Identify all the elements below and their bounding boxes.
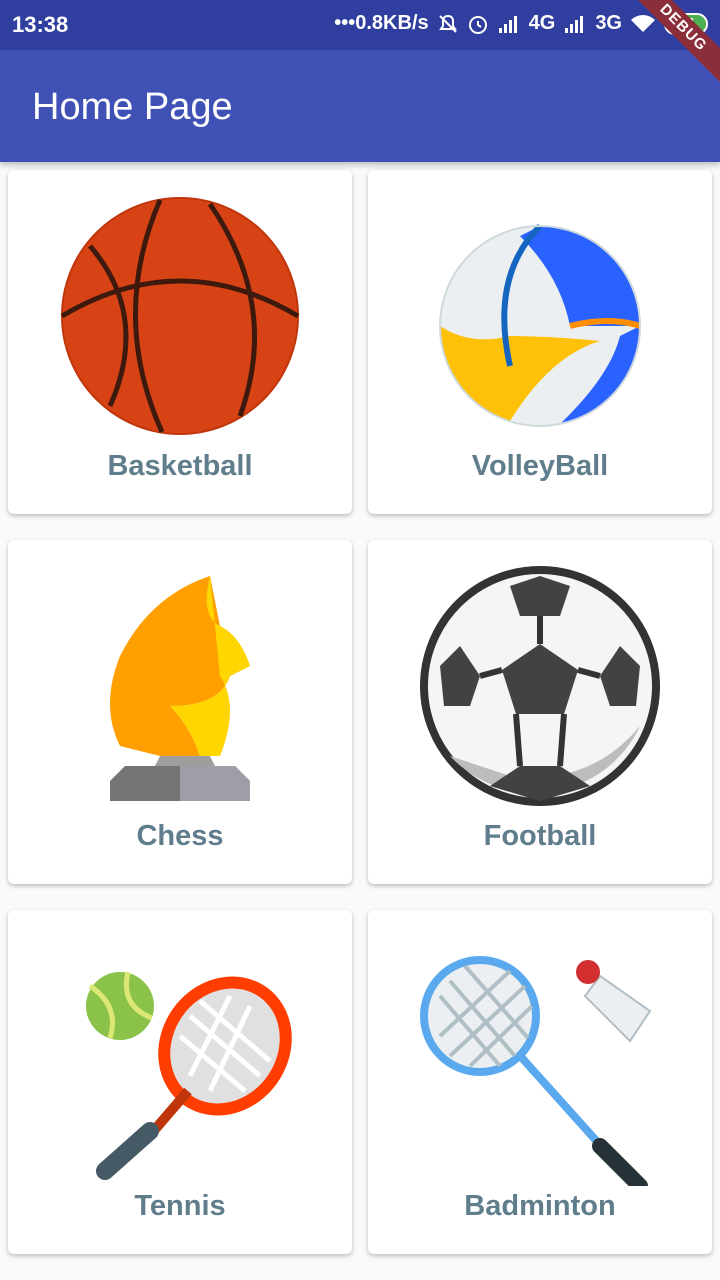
status-bar: 13:38 •••0.8KB/s 4G 3G 44: [0, 0, 720, 50]
volleyball-icon: [439, 223, 641, 427]
tennis-icon: [86, 971, 292, 1180]
status-icons: •••0.8KB/s 4G 3G 44: [334, 12, 708, 35]
page-title: Home Page: [32, 86, 233, 128]
network-type-2: 3G: [595, 12, 622, 34]
sport-label: Chess: [136, 820, 224, 852]
sport-card-chess[interactable]: Chess: [8, 540, 352, 884]
signal-icon: [497, 14, 521, 34]
wifi-icon: [630, 14, 656, 34]
sport-card-football[interactable]: Football: [368, 540, 712, 884]
badminton-icon: [420, 956, 652, 1186]
notifications-off-icon: [437, 13, 459, 35]
net-speed: •••0.8KB/s: [334, 12, 429, 34]
network-type-1: 4G: [528, 12, 556, 34]
sport-card-basketball[interactable]: Basketball: [8, 170, 352, 514]
alarm-icon: [467, 13, 489, 35]
sport-label: Football: [483, 820, 597, 852]
sport-label: VolleyBall: [471, 450, 609, 482]
basketball-icon: [60, 197, 300, 435]
football-icon: [420, 566, 660, 806]
sport-label: Tennis: [134, 1190, 226, 1222]
signal-icon: [563, 14, 587, 34]
app-bar: Home Page: [0, 50, 720, 162]
sport-label: Basketball: [107, 450, 253, 482]
sport-label: Badminton: [464, 1190, 616, 1222]
sport-card-volleyball[interactable]: VolleyBall: [368, 170, 712, 514]
status-time: 13:38: [12, 12, 69, 37]
chess-knight-icon: [110, 576, 250, 801]
sport-card-badminton[interactable]: Badminton: [368, 910, 712, 1254]
sport-card-tennis[interactable]: Tennis: [8, 910, 352, 1254]
